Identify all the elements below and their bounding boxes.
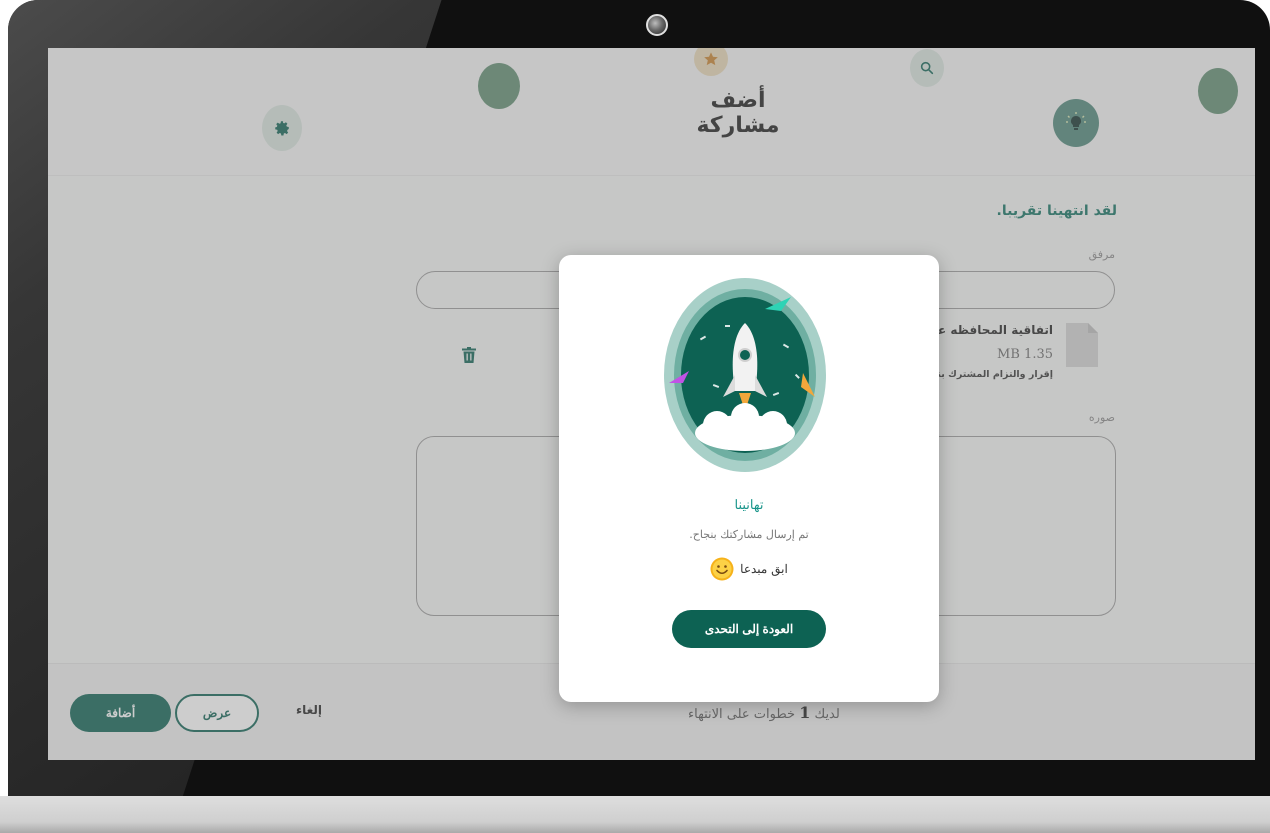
back-to-challenge-button[interactable]: العودة إلى التحدى [672,610,826,648]
keep-creative-row: ابق مبدعا [559,557,939,581]
smiley-icon [710,557,734,581]
screen: أضف مشاركة لقد انتهينا تقريبا. مرفق اتفا… [48,48,1255,760]
webcam [646,14,668,36]
keep-creative-text: ابق مبدعا [740,562,788,576]
laptop-bezel: أضف مشاركة لقد انتهينا تقريبا. مرفق اتفا… [8,0,1270,796]
success-message: تم إرسال مشاركتك بنجاح. [689,528,809,541]
congrats-title: تهانينا [734,498,764,513]
success-modal: تهانينا تم إرسال مشاركتك بنجاح. ابق مبدع… [559,255,939,702]
rocket-icon [664,278,826,472]
laptop-base [0,796,1270,833]
